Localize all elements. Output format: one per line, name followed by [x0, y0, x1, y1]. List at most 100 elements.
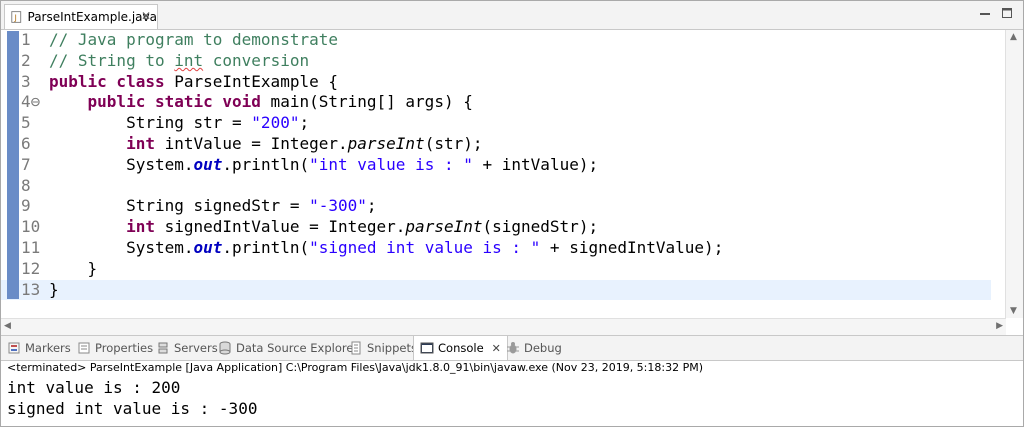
keyword: int	[49, 133, 155, 153]
code-token: String str =	[49, 113, 252, 133]
code-line-2: // String to int conversion	[49, 51, 723, 72]
tab-servers[interactable]: Servers	[156, 336, 218, 360]
console-output[interactable]: int value is : 200 signed int value is :…	[7, 377, 257, 419]
string-literal: "signed int value is : "	[309, 237, 541, 257]
code-line-6: int intValue = Integer.parseInt(str);	[49, 134, 723, 155]
code-text[interactable]: // Java program to demonstrate // String…	[49, 30, 723, 300]
markers-icon	[8, 342, 20, 354]
vertical-scrollbar[interactable]: ▲ ▼	[1005, 30, 1023, 318]
line-number: 2	[21, 50, 31, 70]
code-token: String signedStr =	[49, 196, 310, 216]
code-line-12: }	[49, 259, 723, 280]
line-number: 9	[21, 196, 31, 216]
tab-console[interactable]: Console ✕	[413, 336, 508, 360]
code-token: (signedStr);	[482, 217, 599, 237]
line-number: 1	[21, 30, 31, 49]
tab-label: Snippets	[367, 341, 417, 355]
code-editor[interactable]: 1 2 3 4⊖ 5 6 7 8 9 10 11 12 13 // Java p…	[1, 30, 1023, 335]
console-icon	[420, 342, 434, 354]
scroll-left-icon[interactable]: ◀	[4, 321, 11, 331]
views-tab-bar: Markers Properties Servers Data Source E…	[1, 335, 1023, 361]
code-token: System.	[49, 154, 194, 174]
tab-label: Markers	[25, 341, 71, 355]
line-number: 8	[21, 175, 31, 195]
line-number: 5	[21, 113, 31, 133]
tab-debug[interactable]: Debug	[506, 336, 562, 360]
console-line: signed int value is : -300	[7, 399, 258, 418]
tab-label: Data Source Explorer	[236, 341, 359, 355]
code-token: main(String[] args) {	[260, 92, 473, 112]
static-field: out	[193, 237, 223, 257]
static-method: parseInt	[405, 217, 483, 237]
code-line-13: }	[49, 280, 723, 301]
line-number: 3	[21, 71, 31, 91]
tab-snippets[interactable]: Snippets	[349, 336, 417, 360]
line-number: 13	[21, 279, 41, 299]
code-token: + signedIntValue);	[540, 237, 724, 257]
comment: conversion	[203, 50, 310, 70]
eclipse-window: J ParseIntExample.java ✕ 1 2 3 4⊖ 5 6 7 …	[0, 0, 1024, 427]
code-token: }	[49, 258, 98, 278]
tab-label: Debug	[524, 341, 562, 355]
console-status: <terminated> ParseIntExample [Java Appli…	[7, 361, 704, 374]
svg-text:J: J	[13, 14, 16, 23]
tab-properties[interactable]: Properties	[77, 336, 153, 360]
line-number: 7	[21, 154, 31, 174]
scroll-up-icon[interactable]: ▲	[1010, 32, 1017, 42]
horizontal-scrollbar[interactable]: ◀ ▶	[1, 318, 1006, 335]
tab-label: Properties	[95, 341, 154, 355]
close-icon[interactable]: ✕	[492, 342, 501, 355]
console-line: int value is : 200	[7, 378, 181, 397]
line-number: 10	[21, 217, 41, 237]
string-literal: "-300"	[309, 196, 367, 216]
spell-check-word: int	[174, 50, 204, 70]
database-icon	[219, 341, 231, 355]
snippets-icon	[351, 341, 361, 355]
code-token: .println(	[222, 237, 310, 257]
code-line-10: int signedIntValue = Integer.parseInt(si…	[49, 217, 723, 238]
string-literal: "int value is : "	[309, 154, 473, 174]
code-line-5: String str = "200";	[49, 113, 723, 134]
servers-icon	[158, 342, 168, 354]
code-line-7: System.out.println("int value is : " + i…	[49, 155, 723, 176]
code-line-4: public static void main(String[] args) {	[49, 92, 723, 113]
line-number: 11	[21, 237, 41, 257]
code-line-3: public class ParseIntExample {	[49, 72, 723, 93]
static-field: out	[193, 154, 223, 174]
code-token: .println(	[222, 154, 310, 174]
tab-markers[interactable]: Markers	[7, 336, 71, 360]
close-icon[interactable]: ✕	[141, 9, 151, 23]
line-number: 12	[21, 258, 41, 278]
comment: // Java program to demonstrate	[49, 30, 338, 49]
scroll-right-icon[interactable]: ▶	[996, 321, 1003, 331]
tab-label: Console	[438, 341, 484, 355]
tab-data-source-explorer[interactable]: Data Source Explorer	[218, 336, 358, 360]
line-numbers: 1 2 3 4⊖ 5 6 7 8 9 10 11 12 13	[21, 30, 45, 300]
keyword: int	[49, 217, 155, 237]
code-token: signedIntValue = Integer.	[154, 217, 406, 237]
editor-tab-parseintexample[interactable]: J ParseIntExample.java ✕	[4, 4, 158, 29]
maximize-icon[interactable]	[1001, 7, 1013, 19]
properties-icon	[78, 342, 90, 354]
code-token: System.	[49, 237, 194, 257]
bug-icon	[507, 342, 519, 354]
minimize-icon[interactable]	[979, 7, 991, 19]
comment: // String to	[49, 50, 175, 70]
code-line-11: System.out.println("signed int value is …	[49, 238, 723, 259]
java-file-icon: J	[11, 11, 22, 23]
line-number-fold[interactable]: 4⊖	[21, 92, 45, 113]
change-ruler	[7, 31, 19, 299]
code-token: ParseIntExample {	[164, 71, 338, 91]
code-token: ;	[299, 113, 310, 133]
keyword: public static void	[49, 92, 261, 112]
string-literal: "200"	[251, 113, 300, 133]
code-token: }	[49, 279, 59, 299]
code-line-1: // Java program to demonstrate	[49, 30, 723, 51]
scroll-down-icon[interactable]: ▼	[1010, 306, 1017, 316]
line-number: 6	[21, 133, 31, 153]
editor-tab-bar: J ParseIntExample.java ✕	[1, 1, 1023, 30]
code-token: (str);	[424, 133, 483, 153]
code-token: + intValue);	[472, 154, 599, 174]
code-token: intValue = Integer.	[154, 133, 348, 153]
